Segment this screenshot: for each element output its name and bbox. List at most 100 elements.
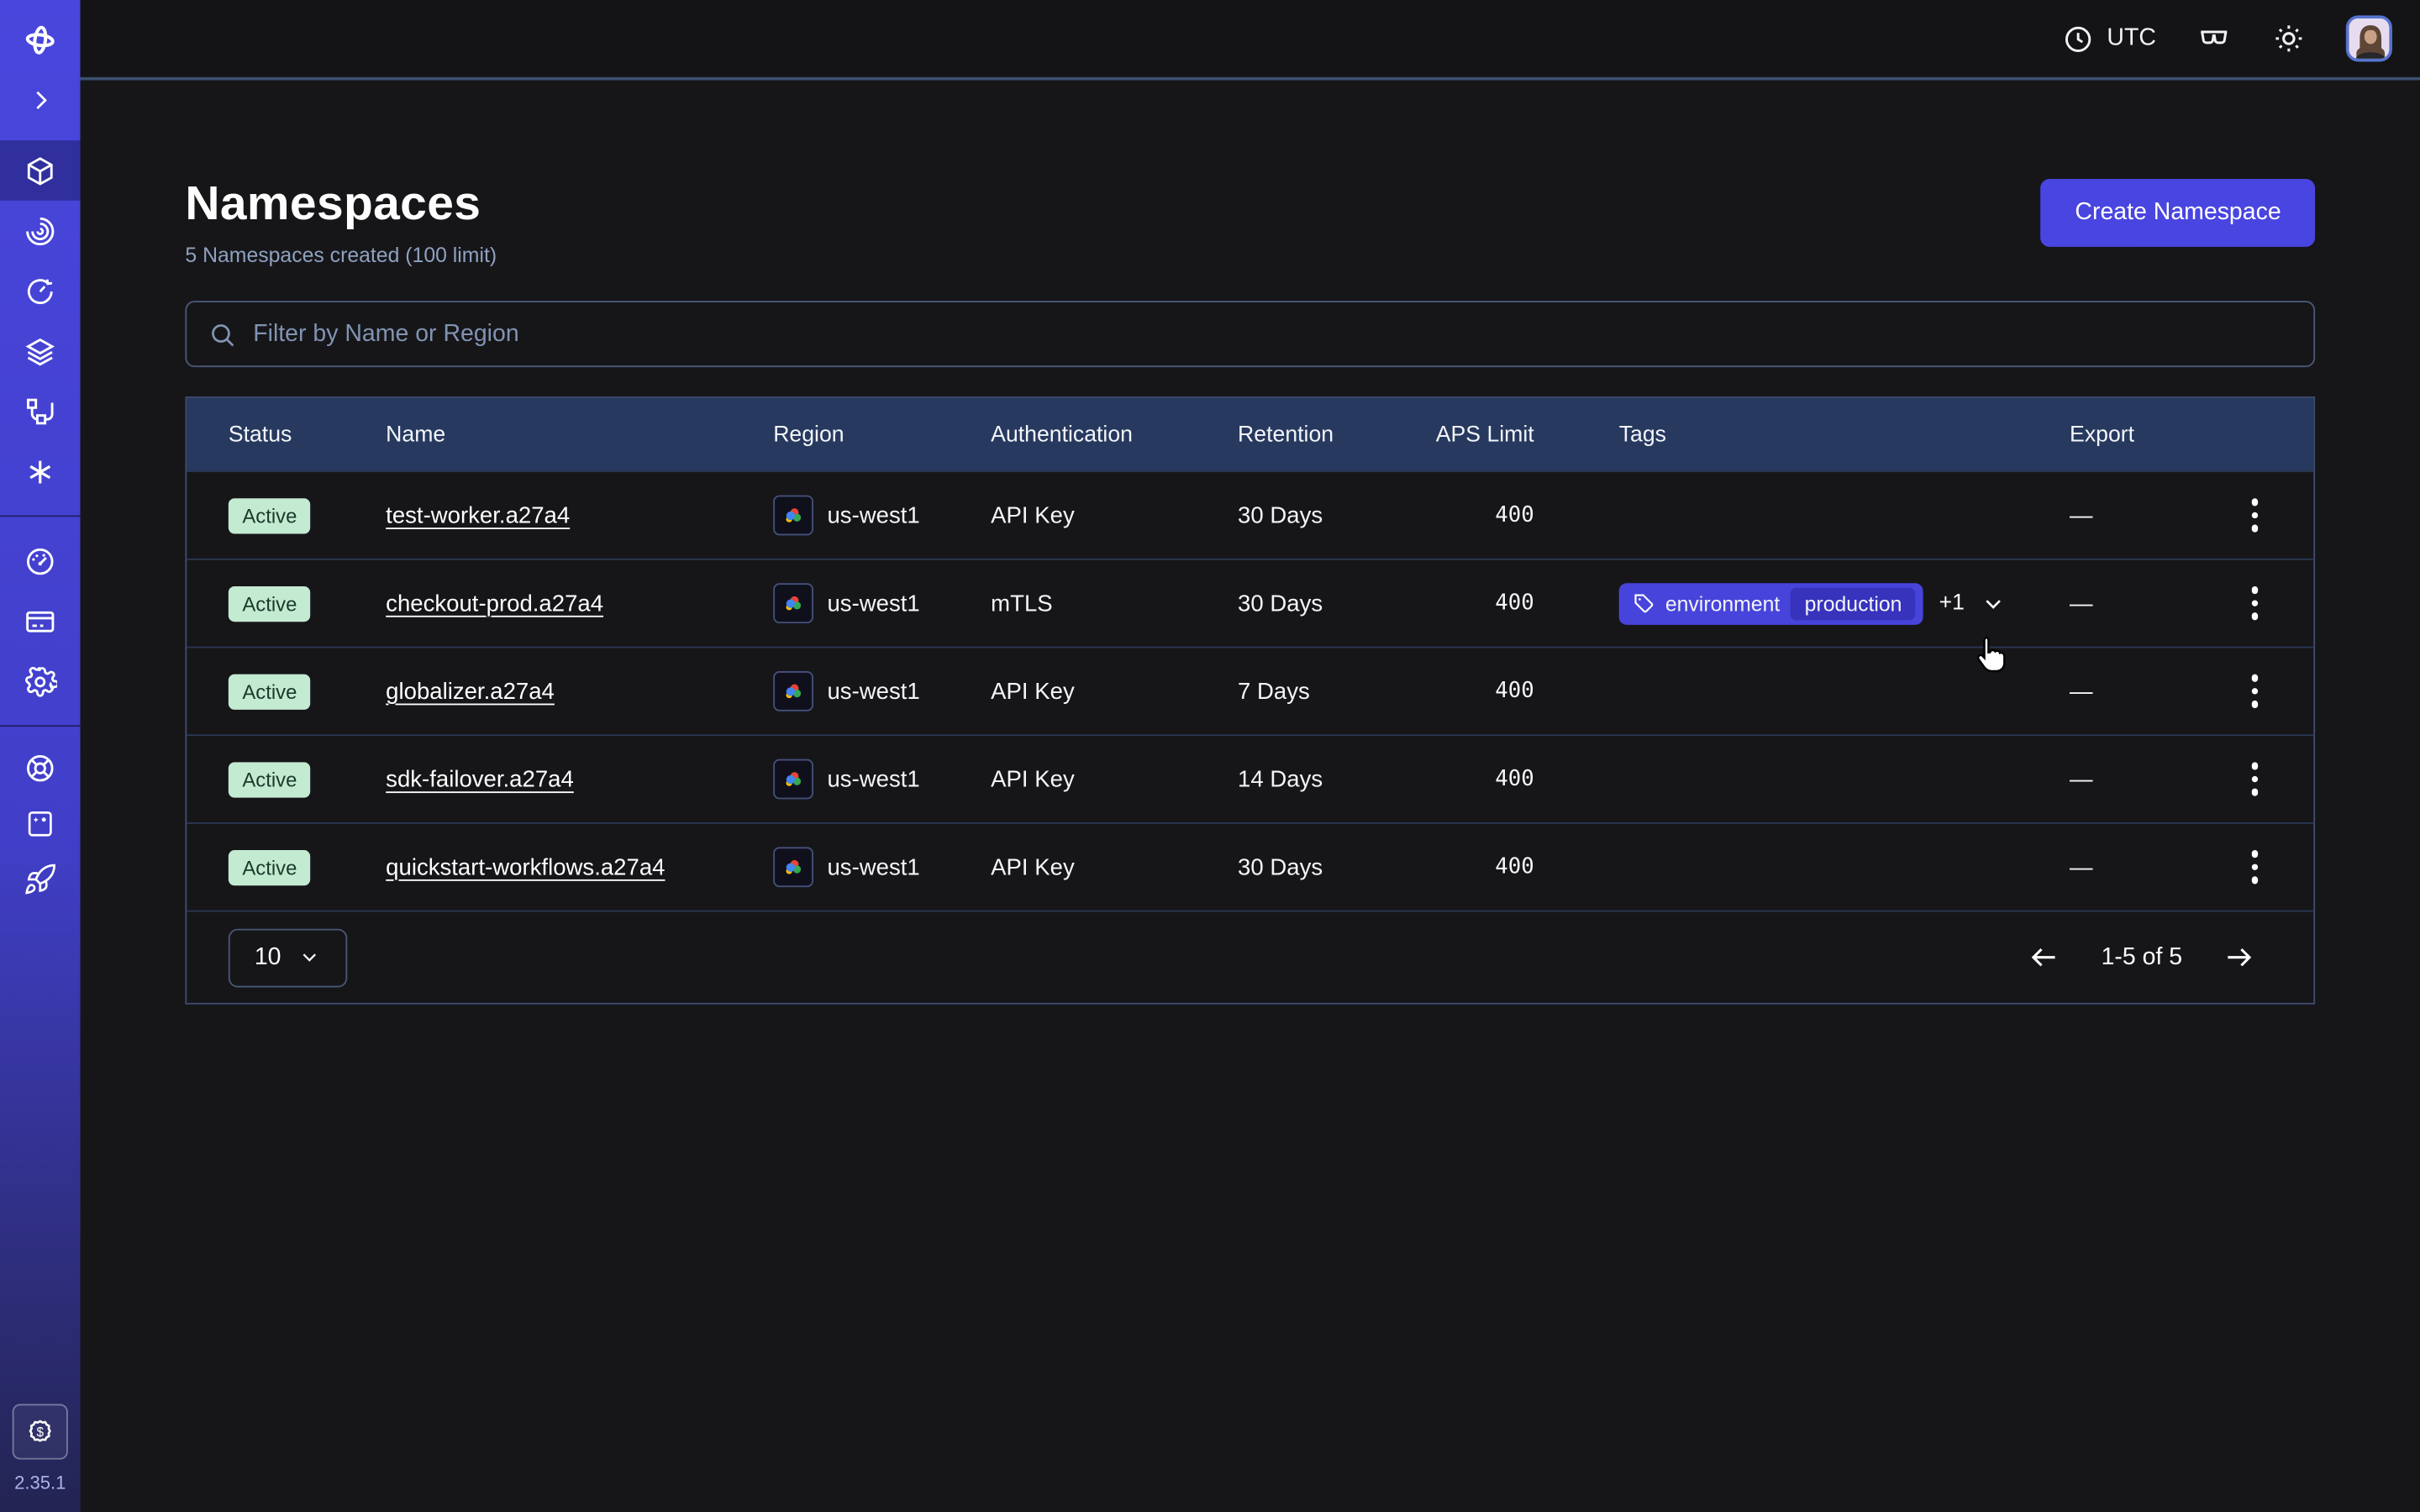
auth-cell: API Key [991, 766, 1238, 792]
sidebar-item-layers-icon[interactable] [0, 321, 81, 381]
row-actions-kebab-menu[interactable] [2224, 748, 2286, 810]
arrow-right-icon [2223, 941, 2255, 974]
sidebar-expand-chevron-icon[interactable] [0, 81, 81, 121]
aps-cell: 400 [1431, 503, 1619, 528]
sidebar-nav-group-3 [0, 741, 81, 907]
table-row: Active quickstart-workflows.a27a4 us-wes… [187, 822, 2313, 911]
glasses-icon [2196, 21, 2232, 56]
status-badge: Active [229, 674, 311, 709]
status-badge: Active [229, 585, 311, 621]
page-size-select[interactable]: 10 [229, 928, 347, 987]
create-namespace-button[interactable]: Create Namespace [2041, 179, 2315, 247]
status-badge: Active [229, 761, 311, 796]
tag-more-count: +1 [1939, 591, 1965, 615]
namespace-link[interactable]: sdk-failover.a27a4 [386, 766, 574, 792]
page-subtitle: 5 Namespaces created (100 limit) [185, 244, 497, 267]
sidebar-divider [0, 725, 81, 727]
google-cloud-icon [773, 496, 813, 536]
region-cell: us-west1 [773, 847, 991, 887]
aps-cell: 400 [1431, 855, 1619, 879]
sidebar-item-namespaces[interactable] [0, 140, 81, 201]
tag-key: environment [1665, 591, 1780, 615]
retention-cell: 30 Days [1238, 502, 1431, 528]
region-cell: us-west1 [773, 759, 991, 800]
export-cell: — [2070, 854, 2193, 880]
sidebar-item-getting-started-icon[interactable] [0, 796, 81, 852]
namespace-link[interactable]: quickstart-workflows.a27a4 [386, 854, 665, 880]
labs-glasses-button[interactable] [2196, 21, 2232, 56]
auth-cell: API Key [991, 502, 1238, 528]
chevron-down-icon [298, 946, 322, 969]
namespace-link[interactable]: globalizer.a27a4 [386, 678, 555, 704]
sidebar-item-support-lifering-icon[interactable] [0, 741, 81, 796]
google-cloud-icon [773, 583, 813, 623]
sidebar-item-rocket-icon[interactable] [0, 852, 81, 907]
region-label: us-west1 [827, 591, 919, 617]
sidebar-nav-group-2 [0, 531, 81, 711]
retention-cell: 30 Days [1238, 854, 1431, 880]
namespace-link[interactable]: test-worker.a27a4 [386, 502, 570, 528]
tag-icon [1633, 592, 1655, 614]
sidebar-divider [0, 515, 81, 517]
user-avatar[interactable] [2346, 15, 2392, 61]
svg-text:$: $ [36, 1425, 44, 1440]
table-row: Active sdk-failover.a27a4 us-west1 API K… [187, 734, 2313, 822]
export-cell: — [2070, 678, 2193, 704]
tag-value: production [1791, 587, 1916, 620]
row-actions-kebab-menu[interactable] [2224, 837, 2286, 898]
sidebar-item-branch-icon[interactable] [0, 381, 81, 442]
region-cell: us-west1 [773, 496, 991, 536]
sidebar-item-usage-gauge-icon[interactable] [0, 531, 81, 591]
table-row: Active test-worker.a27a4 us-west1 API Ke… [187, 470, 2313, 559]
row-actions-kebab-menu[interactable] [2224, 572, 2286, 633]
page-size-value: 10 [255, 943, 281, 971]
sidebar-nav-group-1 [0, 140, 81, 501]
sidebar-item-timer-icon[interactable] [0, 260, 81, 321]
auth-cell: API Key [991, 854, 1238, 880]
status-badge: Active [229, 497, 311, 533]
filter-search-bar[interactable] [185, 301, 2315, 367]
sidebar-item-spiral-icon[interactable] [0, 201, 81, 261]
sidebar-item-settings-gear-icon[interactable] [0, 651, 81, 711]
auth-cell: API Key [991, 678, 1238, 704]
sidebar-item-asterisk-icon[interactable] [0, 441, 81, 501]
col-header-aps-limit: APS Limit [1431, 422, 1619, 446]
aps-cell: 400 [1431, 679, 1619, 703]
prev-page-button[interactable] [2028, 941, 2061, 974]
col-header-export: Export [2070, 422, 2193, 446]
tag-chip[interactable]: environment production [1619, 582, 1923, 624]
filter-search-input[interactable] [253, 320, 2293, 348]
sidebar-credits-button[interactable]: $ [13, 1404, 68, 1459]
table-footer: 10 1-5 of 5 [187, 911, 2313, 1003]
region-label: us-west1 [827, 502, 919, 528]
google-cloud-icon [773, 847, 813, 887]
namespaces-table: Status Name Region Authentication Retent… [185, 396, 2315, 1005]
google-cloud-icon [773, 759, 813, 800]
col-header-retention: Retention [1238, 422, 1431, 446]
next-page-button[interactable] [2223, 941, 2255, 974]
row-actions-kebab-menu[interactable] [2224, 485, 2286, 546]
search-icon [207, 318, 238, 349]
sidebar-item-billing-card-icon[interactable] [0, 591, 81, 651]
sun-icon [2272, 22, 2306, 55]
clock-icon [2062, 23, 2095, 55]
region-label: us-west1 [827, 678, 919, 704]
main-content: Namespaces 5 Namespaces created (100 lim… [81, 83, 2420, 1512]
namespace-link[interactable]: checkout-prod.a27a4 [386, 591, 603, 617]
row-actions-kebab-menu[interactable] [2224, 660, 2286, 722]
arrow-left-icon [2028, 941, 2061, 974]
tags-expand-chevron-icon[interactable] [1980, 591, 2006, 617]
region-cell: us-west1 [773, 671, 991, 711]
timezone-label: UTC [2107, 24, 2156, 52]
timezone-selector[interactable]: UTC [2062, 23, 2156, 55]
credits-badge-icon: $ [24, 1416, 55, 1447]
table-row: Active globalizer.a27a4 us-west1 API Key… [187, 647, 2313, 735]
table-body: Active test-worker.a27a4 us-west1 API Ke… [187, 470, 2313, 910]
retention-cell: 14 Days [1238, 766, 1431, 792]
temporal-logo[interactable] [0, 0, 81, 81]
theme-toggle-button[interactable] [2272, 22, 2306, 55]
retention-cell: 30 Days [1238, 591, 1431, 617]
col-header-authentication: Authentication [991, 422, 1238, 446]
retention-cell: 7 Days [1238, 678, 1431, 704]
table-header-row: Status Name Region Authentication Retent… [187, 398, 2313, 470]
